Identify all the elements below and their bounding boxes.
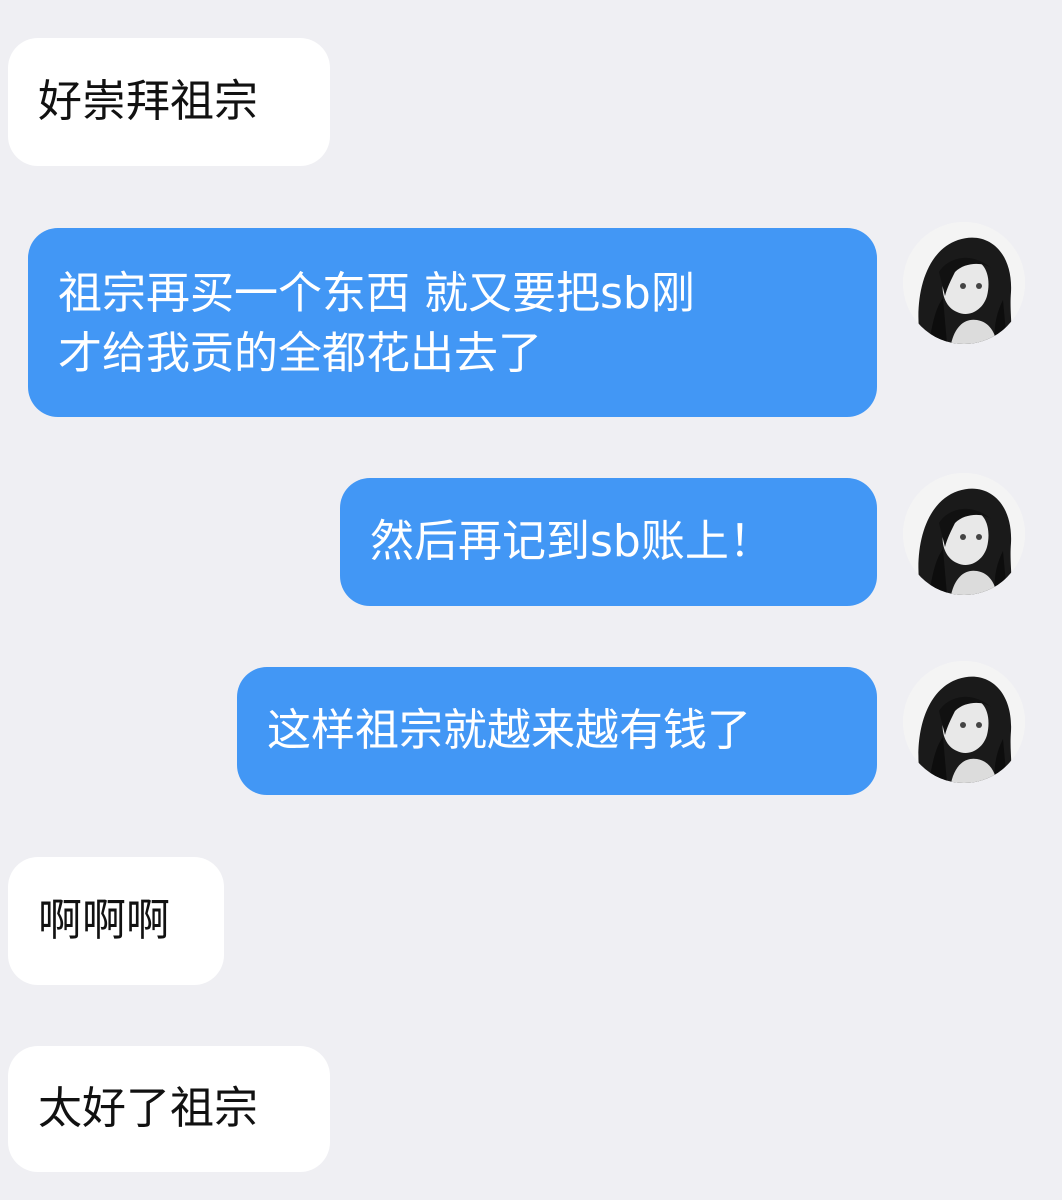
outgoing-message-bubble[interactable]: 祖宗再买一个东西 就又要把sb刚 才给我贡的全都花出去了 — [28, 228, 877, 417]
message-text: 这样祖宗就越来越有钱了 — [267, 705, 751, 756]
incoming-message-bubble[interactable]: 太好了祖宗 — [8, 1046, 330, 1172]
incoming-message-bubble[interactable]: 好崇拜祖宗 — [8, 38, 330, 166]
user-avatar[interactable] — [903, 661, 1025, 783]
outgoing-message-bubble[interactable]: 这样祖宗就越来越有钱了 — [237, 667, 877, 795]
girl-portrait-icon — [903, 222, 1025, 344]
user-avatar[interactable] — [903, 222, 1025, 344]
message-text: 啊啊啊 — [38, 895, 170, 946]
message-text: 太好了祖宗 — [38, 1083, 258, 1134]
incoming-message-bubble[interactable]: 啊啊啊 — [8, 857, 224, 985]
girl-portrait-icon — [903, 661, 1025, 783]
message-text-line: 才给我贡的全都花出去了 — [58, 328, 542, 379]
girl-portrait-icon — [903, 473, 1025, 595]
message-text: 好崇拜祖宗 — [38, 76, 258, 127]
user-avatar[interactable] — [903, 473, 1025, 595]
message-text: 然后再记到sb账上！ — [370, 516, 773, 567]
chat-message-list[interactable]: 好崇拜祖宗 祖宗再买一个东西 就又要把sb刚 才给我贡的全都花出去了 然后再记到… — [0, 0, 1062, 1200]
message-text-line: 祖宗再买一个东西 就又要把sb刚 — [58, 268, 695, 319]
outgoing-message-bubble[interactable]: 然后再记到sb账上！ — [340, 478, 877, 606]
